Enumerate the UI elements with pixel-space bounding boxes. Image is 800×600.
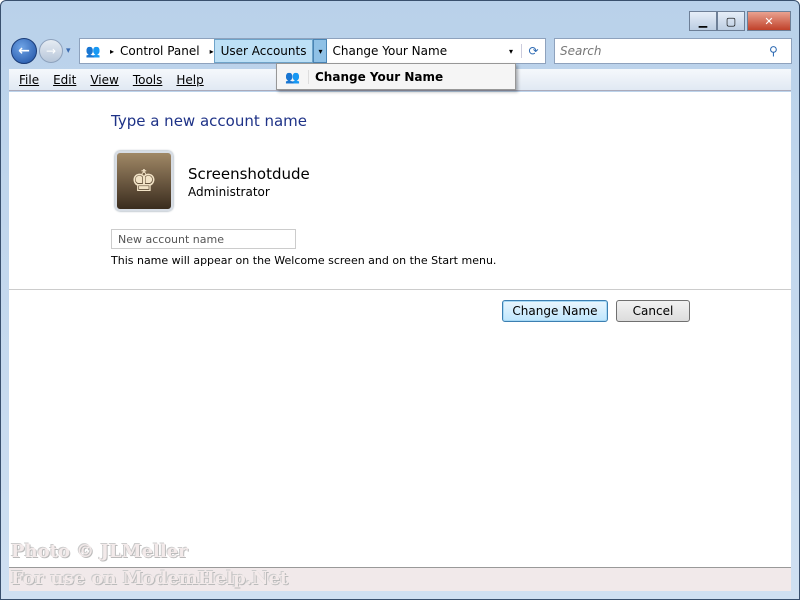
watermark-line1: Photo © JLMeller	[11, 541, 188, 562]
cancel-button[interactable]: Cancel	[616, 300, 690, 322]
breadcrumb-current[interactable]: Change Your Name	[327, 44, 505, 58]
close-button[interactable]: ✕	[747, 11, 791, 31]
address-bar[interactable]: 👥 ▸ Control Panel ▸ User Accounts ▾ Chan…	[79, 38, 546, 64]
menu-view[interactable]: View	[90, 73, 118, 87]
search-icon[interactable]: ⚲	[769, 44, 791, 58]
page-title: Type a new account name	[111, 112, 308, 130]
change-name-button[interactable]: Change Name	[502, 300, 608, 322]
refresh-icon[interactable]: ⟳	[521, 44, 545, 58]
menu-file[interactable]: File	[19, 73, 39, 87]
menu-edit[interactable]: Edit	[53, 73, 76, 87]
user-name: Screenshotdude	[188, 165, 310, 183]
forward-button[interactable]: →	[39, 39, 63, 63]
new-account-name-input[interactable]: New account name	[111, 229, 296, 249]
content-pane: Type a new account name ♚ Screenshotdude…	[9, 92, 791, 591]
divider	[9, 289, 791, 290]
user-role: Administrator	[188, 185, 270, 199]
breadcrumb-popup-menu: 👥 Change Your Name	[276, 63, 516, 90]
hint-text: This name will appear on the Welcome scr…	[111, 254, 497, 267]
recent-pages-dropdown[interactable]: ▾	[66, 46, 71, 56]
user-avatar: ♚	[115, 151, 173, 211]
search-placeholder: Search	[560, 44, 602, 58]
menu-help[interactable]: Help	[176, 73, 203, 87]
back-button[interactable]: ←	[11, 38, 37, 64]
popup-item-change-your-name[interactable]: Change Your Name	[315, 70, 443, 84]
breadcrumb-control-panel[interactable]: Control Panel	[114, 39, 206, 63]
window-frame: ▁ ▢ ✕ ← → ▾ 👥 ▸ Control Panel ▸ User Acc…	[0, 0, 800, 600]
address-history-dropdown[interactable]: ▾	[509, 47, 513, 56]
maximize-button[interactable]: ▢	[717, 11, 745, 31]
user-accounts-icon: 👥	[85, 44, 101, 58]
watermark-line2: For use on ModemHelp.Net	[11, 568, 289, 589]
user-accounts-icon: 👥	[277, 69, 309, 84]
menu-tools[interactable]: Tools	[133, 73, 163, 87]
breadcrumb-dropdown-button[interactable]: ▾	[313, 39, 328, 63]
minimize-button[interactable]: ▁	[689, 11, 717, 31]
breadcrumb-user-accounts[interactable]: User Accounts	[213, 39, 314, 63]
search-input[interactable]: Search ⚲	[554, 38, 792, 64]
